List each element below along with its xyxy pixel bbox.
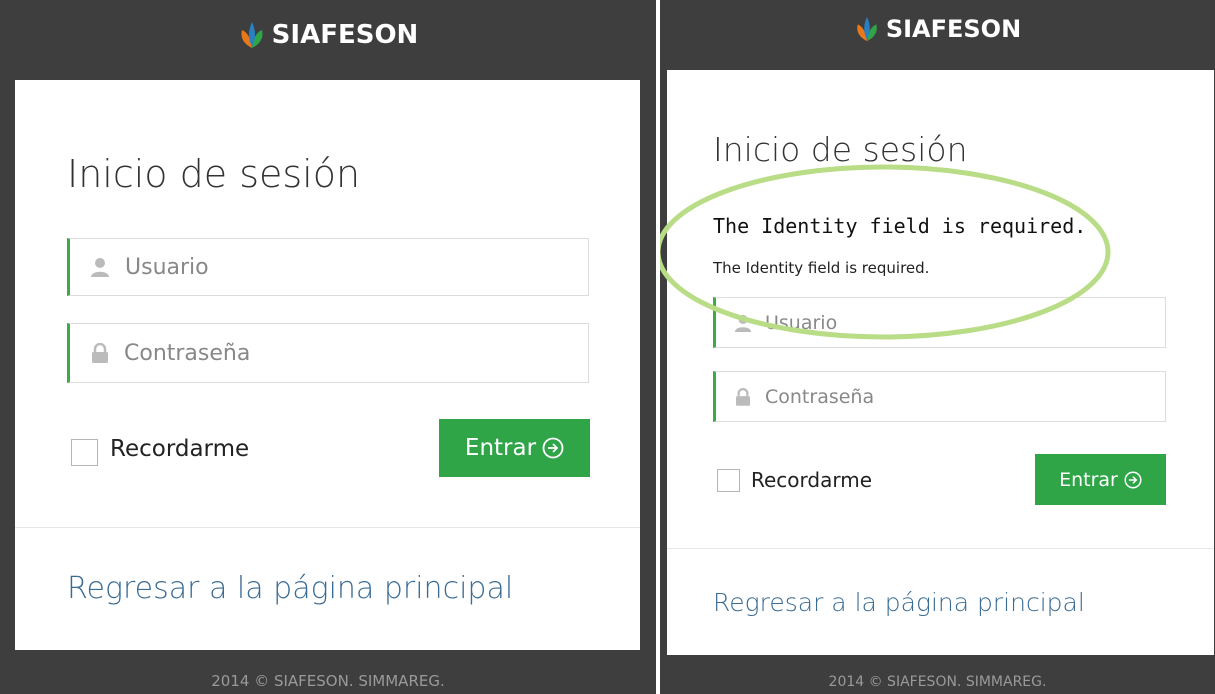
login-card: Inicio de sesión The Identity field is r… <box>667 70 1214 655</box>
footer-text: 2014 © SIAFESON. SIMMAREG. <box>828 674 1047 690</box>
card-divider <box>667 548 1214 549</box>
login-button-label: Entrar <box>464 435 537 461</box>
remember-checkbox[interactable] <box>717 469 740 492</box>
card-divider <box>15 527 640 528</box>
remember-checkbox[interactable] <box>71 439 98 466</box>
login-panel-initial: SIAFESON Inicio de sesión Recordarme Ent… <box>0 0 656 694</box>
username-field[interactable] <box>713 297 1166 348</box>
login-card: Inicio de sesión Recordarme Entrar Regre… <box>15 80 640 650</box>
password-field[interactable] <box>713 371 1166 422</box>
field-error-message: The Identity field is required. <box>713 259 930 277</box>
leaf-logo-icon <box>857 16 877 42</box>
login-button-label: Entrar <box>1059 468 1118 491</box>
user-icon <box>734 314 752 332</box>
password-input[interactable] <box>124 340 564 366</box>
login-panel-error: SIAFESON Inicio de sesión The Identity f… <box>660 0 1215 694</box>
username-input[interactable] <box>765 311 1145 334</box>
arrow-circle-right-icon <box>1124 470 1142 489</box>
brand-logo: SIAFESON <box>660 12 1215 46</box>
password-input[interactable] <box>765 385 1145 408</box>
username-field[interactable] <box>67 238 589 296</box>
password-field[interactable] <box>67 323 589 383</box>
lock-icon <box>736 387 750 406</box>
login-button[interactable]: Entrar <box>1035 454 1166 505</box>
validation-summary: The Identity field is required. <box>713 214 1087 238</box>
login-button[interactable]: Entrar <box>439 419 590 477</box>
remember-label[interactable]: Recordarme <box>110 436 249 462</box>
user-icon <box>91 258 109 277</box>
page-title: Inicio de sesión <box>67 152 361 196</box>
back-home-link[interactable]: Regresar a la página principal <box>67 571 513 606</box>
lock-icon <box>92 343 108 363</box>
brand-name: SIAFESON <box>885 15 1022 43</box>
leaf-logo-icon <box>241 22 263 48</box>
arrow-circle-right-icon <box>542 437 564 459</box>
remember-label[interactable]: Recordarme <box>751 468 872 492</box>
page-title: Inicio de sesión <box>713 130 968 169</box>
username-input[interactable] <box>125 254 565 280</box>
back-home-link[interactable]: Regresar a la página principal <box>713 588 1085 617</box>
brand-logo: SIAFESON <box>0 17 656 53</box>
brand-name: SIAFESON <box>271 20 419 50</box>
footer-text: 2014 © SIAFESON. SIMMAREG. <box>211 672 445 690</box>
